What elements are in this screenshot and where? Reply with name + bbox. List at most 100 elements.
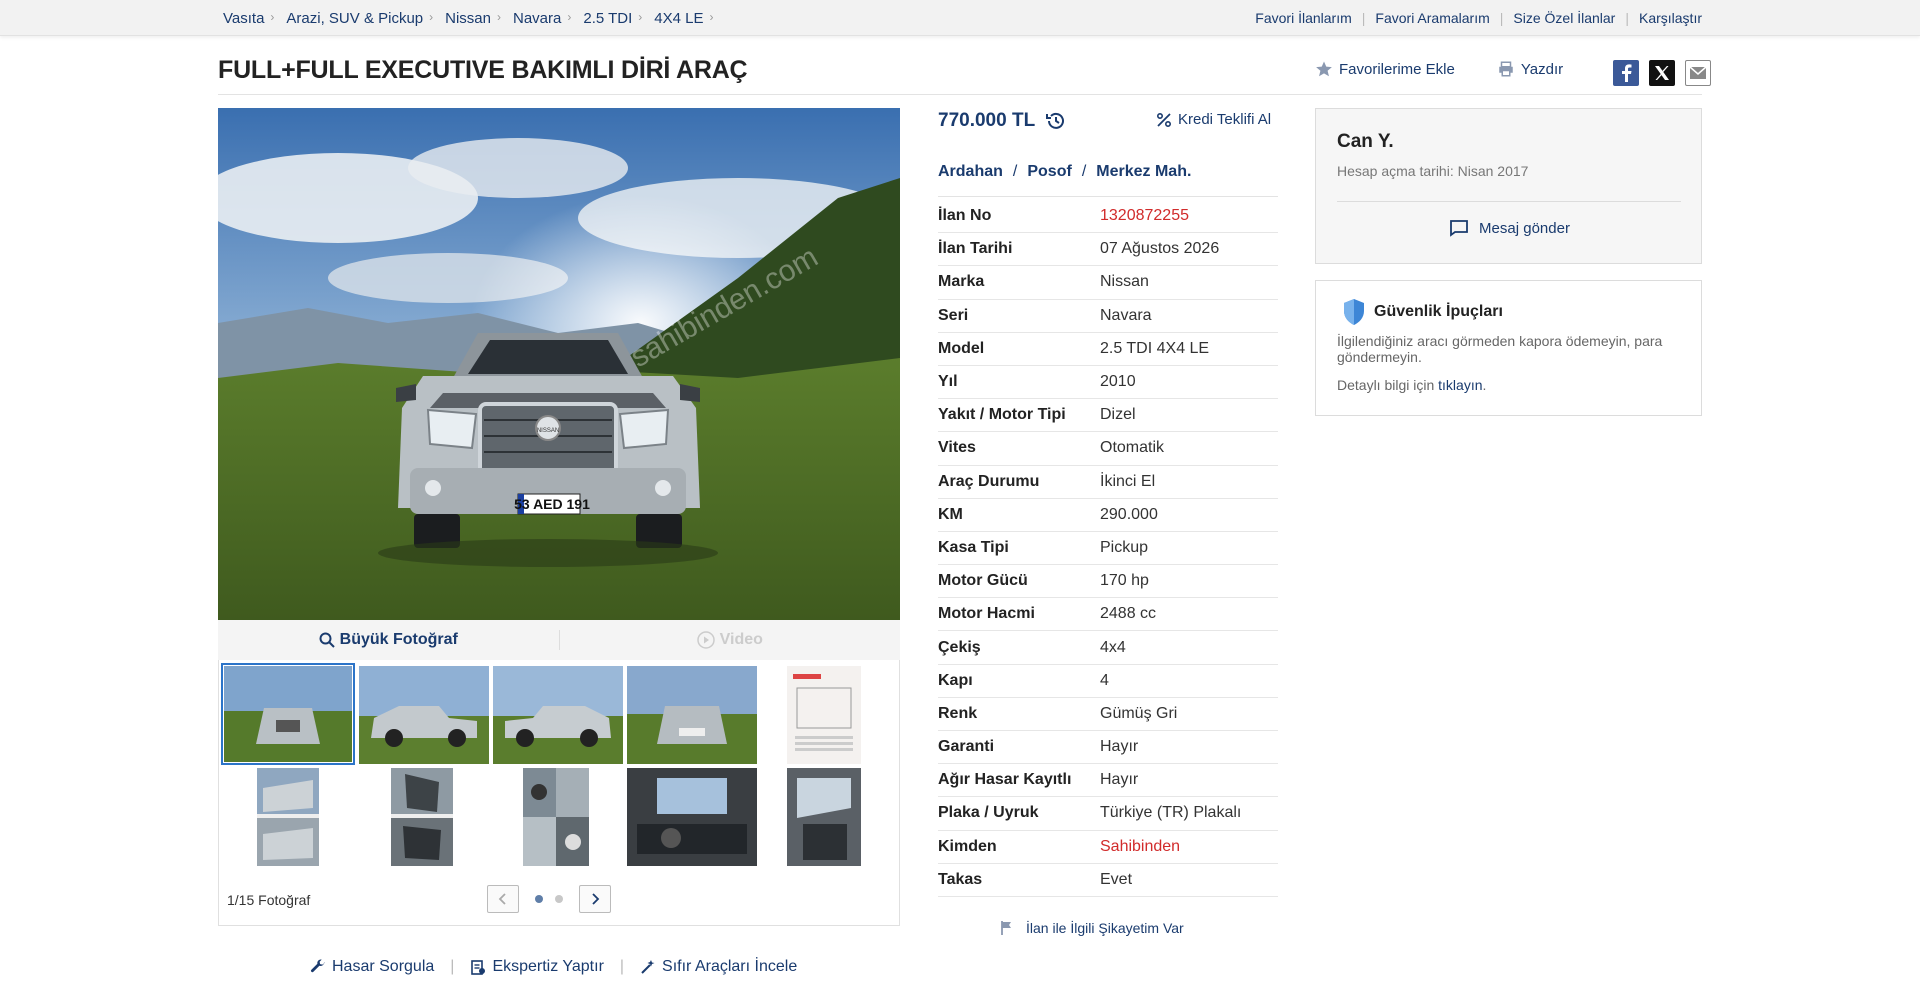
- personalized-listings-link[interactable]: Size Özel İlanlar: [1513, 10, 1615, 26]
- shield-icon: [1344, 299, 1364, 325]
- gallery-pager: [487, 885, 611, 913]
- chevron-left-icon: [498, 893, 506, 905]
- spec-value: Dizel: [1100, 406, 1136, 424]
- account-links: Favori İlanlarım | Favori Aramalarım | Siz…: [1255, 10, 1702, 26]
- get-expertise-link[interactable]: Ekspertiz Yaptır: [470, 958, 604, 976]
- safety-tips-title: Güvenlik İpuçları: [1374, 303, 1503, 320]
- spec-label: Motor Gücü: [938, 572, 1028, 590]
- loan-offer-link[interactable]: Kredi Teklifi Al: [1156, 111, 1271, 128]
- damage-check-link[interactable]: Hasar Sorgula: [310, 958, 434, 976]
- favorite-listings-link[interactable]: Favori İlanlarım: [1255, 10, 1351, 26]
- spec-row: Araç Durumu İkinci El: [938, 466, 1278, 499]
- thumbnail-gallery: 1/15 Fotoğraf: [218, 660, 900, 926]
- spec-value: 2488 cc: [1100, 605, 1157, 623]
- thumbnail-detail-1[interactable]: [257, 768, 319, 866]
- price-history-icon[interactable]: [1045, 110, 1067, 132]
- chevron-right-icon: ›: [270, 10, 275, 24]
- spec-label: Takas: [938, 870, 983, 888]
- seller-name: Can Y.: [1337, 131, 1394, 152]
- page-dot-2[interactable]: [555, 895, 563, 903]
- page-dot-1[interactable]: [535, 895, 543, 903]
- gallery-toolbar: Büyük Fotoğraf Video: [218, 620, 900, 660]
- spec-value: 2010: [1100, 373, 1136, 391]
- thumbnail-rear[interactable]: [627, 666, 757, 764]
- new-cars-link[interactable]: Sıfır Araçları İncele: [640, 958, 797, 976]
- facebook-share-button[interactable]: [1613, 60, 1639, 86]
- main-photo[interactable]: sahibinden.com NISSAN 53 AED 191: [218, 108, 900, 620]
- thumbnail-image: [224, 666, 352, 762]
- play-circle-icon: [696, 631, 715, 649]
- loan-offer-label: Kredi Teklifi Al: [1178, 111, 1272, 128]
- top-bar: Vasıta › Arazi, SUV & Pickup › Nissan › Nav…: [0, 0, 1920, 36]
- breadcrumb-label: Navara: [513, 10, 562, 27]
- next-page-button[interactable]: [579, 885, 611, 913]
- spec-label: Vites: [938, 439, 976, 457]
- listing-title: FULL+FULL EXECUTIVE BAKIMLI DİRİ ARAÇ: [218, 56, 748, 84]
- thumbnail-interior-door[interactable]: [787, 768, 861, 866]
- print-label: Yazdır: [1520, 60, 1564, 78]
- report-listing-link[interactable]: İlan ile İlgili Şikayetim Var: [1000, 920, 1184, 936]
- spec-row: İlan No 1320872255: [938, 200, 1278, 234]
- thumbnail-image: [493, 666, 623, 764]
- chevron-right-icon: ›: [638, 10, 643, 24]
- previous-page-button[interactable]: [487, 885, 519, 913]
- email-share-button[interactable]: [1685, 60, 1711, 86]
- favorite-searches-link[interactable]: Favori Aramalarım: [1375, 10, 1489, 26]
- spec-value: Nissan: [1100, 273, 1149, 291]
- divider: |: [1625, 10, 1629, 26]
- car-photo-illustration: sahibinden.com NISSAN 53 AED 191: [218, 108, 900, 620]
- breadcrumb-item-engine[interactable]: 2.5 TDI: [583, 10, 632, 27]
- add-favorite-button[interactable]: Favorilerime Ekle: [1315, 60, 1455, 78]
- thumbnail-image: [627, 768, 757, 866]
- spec-row: Plaka / Uyruk Türkiye (TR) Plakalı: [938, 797, 1278, 831]
- send-message-button[interactable]: Mesaj gönder: [1316, 219, 1703, 237]
- breadcrumb-item-model[interactable]: 4X4 LE: [654, 10, 703, 27]
- grille-badge-text: NISSAN: [537, 428, 559, 434]
- share-buttons: [1603, 60, 1711, 86]
- large-photo-label: Büyük Fotoğraf: [339, 631, 458, 648]
- add-favorite-label: Favorilerime Ekle: [1339, 60, 1455, 78]
- spec-value: Pickup: [1100, 538, 1149, 556]
- sparkle-icon: [641, 960, 655, 974]
- location-neighborhood[interactable]: Merkez Mah.: [1096, 163, 1191, 181]
- large-photo-button[interactable]: Büyük Fotoğraf: [218, 631, 559, 649]
- spec-label: İlan Tarihi: [938, 240, 1013, 258]
- thumbnail-detail-3[interactable]: [523, 768, 589, 866]
- thumbnail-interior-roof[interactable]: [627, 768, 757, 866]
- thumbnail-image: [787, 768, 861, 866]
- spec-row: Kapı 4: [938, 665, 1278, 698]
- video-label: Video: [719, 631, 763, 648]
- spec-value: 170 hp: [1100, 572, 1149, 590]
- breadcrumb-item-series[interactable]: Navara: [513, 10, 561, 27]
- breadcrumb-item-category[interactable]: Arazi, SUV & Pickup: [286, 10, 423, 27]
- spec-value: Gümüş Gri: [1100, 704, 1178, 722]
- location-district[interactable]: Posof: [1027, 163, 1071, 181]
- safety-more-link[interactable]: tıklayın: [1438, 377, 1482, 393]
- breadcrumb-item-vasita[interactable]: Vasıta: [223, 10, 264, 27]
- compare-link[interactable]: Karşılaştır: [1639, 10, 1702, 26]
- spec-label: Model: [938, 339, 985, 357]
- spec-value: Hayır: [1100, 738, 1139, 756]
- thumbnail-front[interactable]: [221, 663, 355, 765]
- x-share-button[interactable]: [1649, 60, 1675, 86]
- divider: |: [450, 958, 455, 975]
- thumbnail-detail-2[interactable]: [391, 768, 453, 866]
- divider: |: [619, 958, 625, 975]
- envelope-icon: [1689, 66, 1707, 79]
- thumbnail-expertise-report[interactable]: [787, 666, 861, 764]
- spec-row: Motor Hacmi 2488 cc: [938, 598, 1278, 632]
- thumbnail-image: [787, 666, 861, 764]
- location-city[interactable]: Ardahan: [938, 163, 1003, 181]
- spec-value: 2.5 TDI 4X4 LE: [1100, 339, 1210, 357]
- spec-value: 4: [1100, 671, 1109, 689]
- breadcrumb-item-brand[interactable]: Nissan: [445, 10, 491, 27]
- print-button[interactable]: Yazdır: [1497, 60, 1563, 78]
- thumbnail-side-right[interactable]: [493, 666, 623, 764]
- chevron-right-icon: [592, 893, 600, 905]
- thumbnail-side-left[interactable]: [359, 666, 489, 764]
- printer-icon: [1499, 61, 1513, 77]
- spec-label: Kasa Tipi: [938, 538, 1009, 556]
- spec-value: Otomatik: [1100, 439, 1165, 457]
- seller-since: Hesap açma tarihi: Nisan 2017: [1337, 163, 1529, 179]
- location-divider: [938, 196, 1278, 197]
